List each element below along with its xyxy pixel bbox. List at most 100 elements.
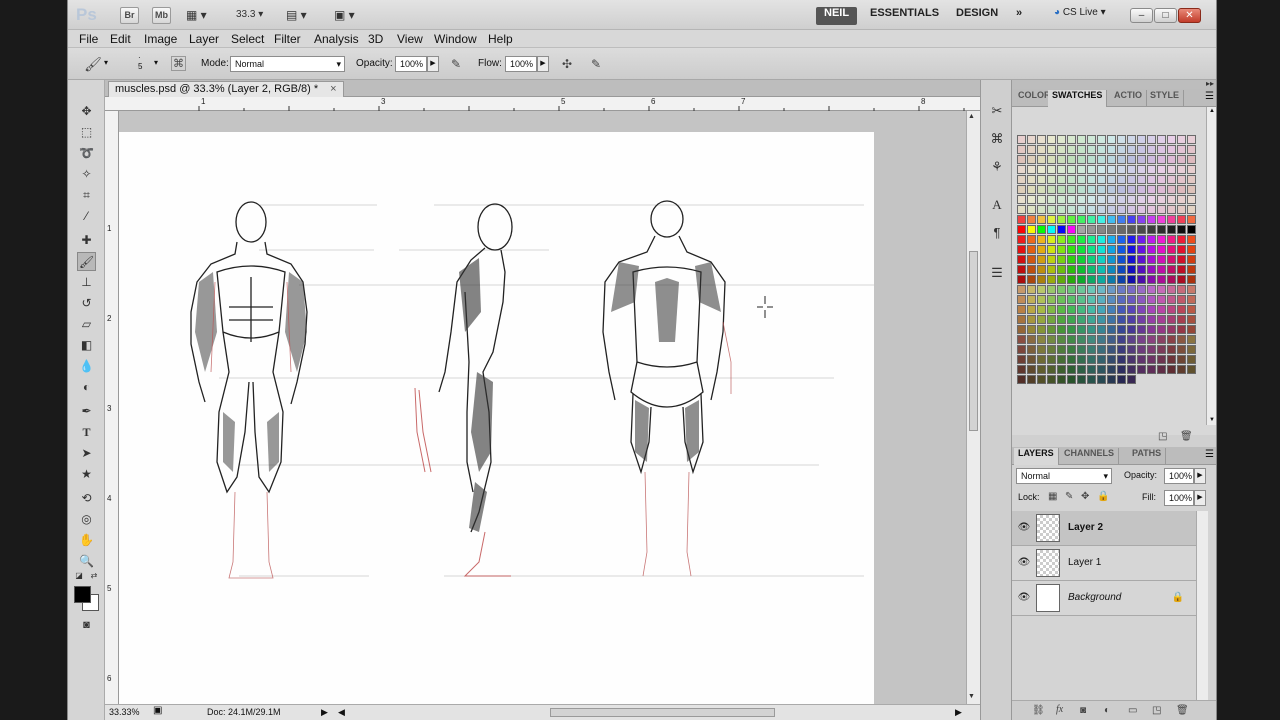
color-swatch[interactable] xyxy=(1117,265,1126,274)
color-swatch[interactable] xyxy=(1097,255,1106,264)
color-swatch[interactable] xyxy=(1107,275,1116,284)
color-swatch[interactable] xyxy=(1037,205,1046,214)
tab-swatches[interactable]: SWATCHES xyxy=(1048,90,1108,107)
brush-picker-arrow[interactable]: ▾ xyxy=(154,58,158,67)
color-swatch[interactable] xyxy=(1127,165,1136,174)
brush-tool-preset-icon[interactable]: 🖌 xyxy=(84,55,102,73)
color-swatch[interactable] xyxy=(1117,355,1126,364)
color-swatch[interactable] xyxy=(1037,215,1046,224)
color-swatch[interactable] xyxy=(1017,195,1026,204)
eyedropper-tool-icon[interactable]: ⁄ xyxy=(77,207,96,226)
color-swatch[interactable] xyxy=(1097,275,1106,284)
gradient-tool-icon[interactable]: ◧ xyxy=(77,336,96,355)
color-swatch[interactable] xyxy=(1107,135,1116,144)
color-swatch[interactable] xyxy=(1017,165,1026,174)
color-swatch[interactable] xyxy=(1037,375,1046,384)
color-swatch[interactable] xyxy=(1107,285,1116,294)
move-tool-icon[interactable]: ✥ xyxy=(77,102,96,121)
pen-tool-icon[interactable]: ✒ xyxy=(77,402,96,421)
color-swatch[interactable] xyxy=(1017,265,1026,274)
color-swatch[interactable] xyxy=(1047,265,1056,274)
color-swatch[interactable] xyxy=(1157,155,1166,164)
color-swatch[interactable] xyxy=(1117,255,1126,264)
color-swatch[interactable] xyxy=(1137,315,1146,324)
brush-presets-icon[interactable]: ⌘ xyxy=(988,130,1006,148)
color-swatch[interactable] xyxy=(1187,315,1196,324)
pressure-opacity-icon[interactable]: ✎ xyxy=(447,55,465,73)
color-swatch[interactable] xyxy=(1037,235,1046,244)
color-swatch[interactable] xyxy=(1047,235,1056,244)
color-swatch[interactable] xyxy=(1087,265,1096,274)
swatch-grid[interactable] xyxy=(1017,135,1197,384)
color-swatch[interactable] xyxy=(1027,145,1036,154)
color-swatch[interactable] xyxy=(1087,275,1096,284)
color-swatch[interactable] xyxy=(1137,185,1146,194)
color-swatch[interactable] xyxy=(1157,255,1166,264)
color-swatch[interactable] xyxy=(1097,175,1106,184)
color-swatch[interactable] xyxy=(1087,375,1096,384)
color-swatch[interactable] xyxy=(1157,135,1166,144)
color-swatch[interactable] xyxy=(1167,135,1176,144)
color-swatch[interactable] xyxy=(1167,275,1176,284)
color-swatch[interactable] xyxy=(1077,205,1086,214)
menu-help[interactable]: Help xyxy=(488,32,513,46)
color-swatch[interactable] xyxy=(1057,165,1066,174)
color-swatch[interactable] xyxy=(1037,265,1046,274)
color-swatch[interactable] xyxy=(1097,295,1106,304)
color-swatch[interactable] xyxy=(1187,325,1196,334)
color-swatch[interactable] xyxy=(1027,215,1036,224)
scroll-up-icon[interactable]: ▲ xyxy=(968,113,975,120)
color-swatch[interactable] xyxy=(1117,365,1126,374)
color-swatch[interactable] xyxy=(1157,325,1166,334)
layer-row[interactable]: 👁 Layer 2 xyxy=(1012,511,1196,546)
color-swatch[interactable] xyxy=(1027,315,1036,324)
marquee-tool-icon[interactable]: ⬚ xyxy=(77,123,96,142)
status-menu-arrow[interactable]: ▶ xyxy=(321,707,328,718)
color-swatch[interactable] xyxy=(1087,225,1096,234)
color-swatch[interactable] xyxy=(1147,365,1156,374)
color-swatch[interactable] xyxy=(1147,345,1156,354)
color-swatch[interactable] xyxy=(1107,335,1116,344)
color-swatch[interactable] xyxy=(1047,135,1056,144)
color-swatch[interactable] xyxy=(1167,365,1176,374)
color-swatch[interactable] xyxy=(1107,365,1116,374)
color-swatch[interactable] xyxy=(1147,315,1156,324)
menu-edit[interactable]: Edit xyxy=(110,32,131,46)
color-swatch[interactable] xyxy=(1107,375,1116,384)
color-swatch[interactable] xyxy=(1017,305,1026,314)
color-swatch[interactable] xyxy=(1017,325,1026,334)
flow-input[interactable]: 100% xyxy=(505,56,537,72)
tool-presets-icon[interactable]: ✂ xyxy=(988,102,1006,120)
color-swatch[interactable] xyxy=(1067,175,1076,184)
color-swatch[interactable] xyxy=(1107,295,1116,304)
color-swatch[interactable] xyxy=(1087,185,1096,194)
color-swatch[interactable] xyxy=(1017,375,1026,384)
quick-selection-tool-icon[interactable]: ✧ xyxy=(77,165,96,184)
menu-image[interactable]: Image xyxy=(144,32,177,46)
color-swatch[interactable] xyxy=(1117,345,1126,354)
color-swatch[interactable] xyxy=(1127,365,1136,374)
color-swatch[interactable] xyxy=(1097,135,1106,144)
color-swatch[interactable] xyxy=(1187,225,1196,234)
color-swatch[interactable] xyxy=(1167,345,1176,354)
color-swatch[interactable] xyxy=(1127,245,1136,254)
color-swatch[interactable] xyxy=(1037,185,1046,194)
color-swatch[interactable] xyxy=(1167,305,1176,314)
color-swatch[interactable] xyxy=(1037,225,1046,234)
swatches-scrollbar[interactable]: ▲ ▼ xyxy=(1206,107,1216,425)
color-swatch[interactable] xyxy=(1177,295,1186,304)
color-swatch[interactable] xyxy=(1097,365,1106,374)
color-swatch[interactable] xyxy=(1177,195,1186,204)
color-swatch[interactable] xyxy=(1147,355,1156,364)
color-swatch[interactable] xyxy=(1077,265,1086,274)
color-swatch[interactable] xyxy=(1167,255,1176,264)
vertical-scrollbar[interactable]: ▲ ▼ xyxy=(966,111,980,704)
3d-orbit-tool-icon[interactable]: ◎ xyxy=(77,510,96,529)
color-swatch[interactable] xyxy=(1067,295,1076,304)
color-swatch[interactable] xyxy=(1027,235,1036,244)
hscroll-left-icon[interactable]: ◀ xyxy=(338,707,345,718)
color-swatch[interactable] xyxy=(1157,305,1166,314)
color-swatch[interactable] xyxy=(1057,155,1066,164)
color-swatch[interactable] xyxy=(1177,255,1186,264)
tab-channels[interactable]: CHANNELS xyxy=(1060,448,1120,465)
